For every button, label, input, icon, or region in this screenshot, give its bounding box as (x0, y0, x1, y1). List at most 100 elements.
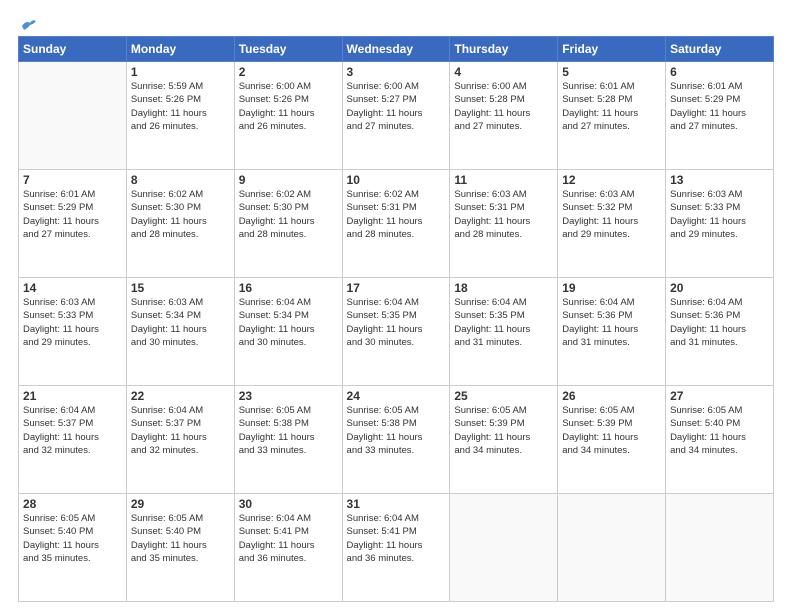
day-cell: 29Sunrise: 6:05 AM Sunset: 5:40 PM Dayli… (126, 494, 234, 602)
week-row-4: 21Sunrise: 6:04 AM Sunset: 5:37 PM Dayli… (19, 386, 774, 494)
day-info: Sunrise: 6:02 AM Sunset: 5:31 PM Dayligh… (347, 188, 446, 241)
day-cell: 1Sunrise: 5:59 AM Sunset: 5:26 PM Daylig… (126, 62, 234, 170)
day-number: 14 (23, 281, 122, 295)
week-row-2: 7Sunrise: 6:01 AM Sunset: 5:29 PM Daylig… (19, 170, 774, 278)
day-number: 16 (239, 281, 338, 295)
day-cell: 25Sunrise: 6:05 AM Sunset: 5:39 PM Dayli… (450, 386, 558, 494)
day-number: 4 (454, 65, 553, 79)
day-cell: 9Sunrise: 6:02 AM Sunset: 5:30 PM Daylig… (234, 170, 342, 278)
day-info: Sunrise: 6:05 AM Sunset: 5:38 PM Dayligh… (347, 404, 446, 457)
header-row: SundayMondayTuesdayWednesdayThursdayFrid… (19, 37, 774, 62)
day-number: 21 (23, 389, 122, 403)
day-number: 25 (454, 389, 553, 403)
day-info: Sunrise: 5:59 AM Sunset: 5:26 PM Dayligh… (131, 80, 230, 133)
calendar-table: SundayMondayTuesdayWednesdayThursdayFrid… (18, 36, 774, 602)
day-info: Sunrise: 6:02 AM Sunset: 5:30 PM Dayligh… (131, 188, 230, 241)
day-info: Sunrise: 6:04 AM Sunset: 5:34 PM Dayligh… (239, 296, 338, 349)
day-number: 28 (23, 497, 122, 511)
day-cell: 13Sunrise: 6:03 AM Sunset: 5:33 PM Dayli… (666, 170, 774, 278)
day-cell: 16Sunrise: 6:04 AM Sunset: 5:34 PM Dayli… (234, 278, 342, 386)
day-info: Sunrise: 6:05 AM Sunset: 5:40 PM Dayligh… (23, 512, 122, 565)
day-cell: 24Sunrise: 6:05 AM Sunset: 5:38 PM Dayli… (342, 386, 450, 494)
day-number: 10 (347, 173, 446, 187)
day-cell (19, 62, 127, 170)
day-number: 13 (670, 173, 769, 187)
day-info: Sunrise: 6:05 AM Sunset: 5:40 PM Dayligh… (670, 404, 769, 457)
day-info: Sunrise: 6:03 AM Sunset: 5:32 PM Dayligh… (562, 188, 661, 241)
day-cell (558, 494, 666, 602)
day-number: 17 (347, 281, 446, 295)
day-cell: 6Sunrise: 6:01 AM Sunset: 5:29 PM Daylig… (666, 62, 774, 170)
day-cell: 21Sunrise: 6:04 AM Sunset: 5:37 PM Dayli… (19, 386, 127, 494)
day-info: Sunrise: 6:05 AM Sunset: 5:39 PM Dayligh… (562, 404, 661, 457)
day-number: 27 (670, 389, 769, 403)
day-info: Sunrise: 6:03 AM Sunset: 5:34 PM Dayligh… (131, 296, 230, 349)
calendar-page: SundayMondayTuesdayWednesdayThursdayFrid… (0, 0, 792, 612)
day-number: 18 (454, 281, 553, 295)
day-number: 23 (239, 389, 338, 403)
day-number: 5 (562, 65, 661, 79)
logo (18, 18, 38, 28)
day-info: Sunrise: 6:03 AM Sunset: 5:33 PM Dayligh… (23, 296, 122, 349)
day-cell: 27Sunrise: 6:05 AM Sunset: 5:40 PM Dayli… (666, 386, 774, 494)
day-cell: 23Sunrise: 6:05 AM Sunset: 5:38 PM Dayli… (234, 386, 342, 494)
day-info: Sunrise: 6:04 AM Sunset: 5:41 PM Dayligh… (239, 512, 338, 565)
day-cell: 28Sunrise: 6:05 AM Sunset: 5:40 PM Dayli… (19, 494, 127, 602)
day-number: 9 (239, 173, 338, 187)
day-number: 29 (131, 497, 230, 511)
day-cell: 15Sunrise: 6:03 AM Sunset: 5:34 PM Dayli… (126, 278, 234, 386)
day-number: 24 (347, 389, 446, 403)
day-cell: 19Sunrise: 6:04 AM Sunset: 5:36 PM Dayli… (558, 278, 666, 386)
day-header-thursday: Thursday (450, 37, 558, 62)
day-number: 19 (562, 281, 661, 295)
day-info: Sunrise: 6:04 AM Sunset: 5:41 PM Dayligh… (347, 512, 446, 565)
day-cell: 8Sunrise: 6:02 AM Sunset: 5:30 PM Daylig… (126, 170, 234, 278)
day-info: Sunrise: 6:02 AM Sunset: 5:30 PM Dayligh… (239, 188, 338, 241)
day-number: 7 (23, 173, 122, 187)
logo-bird-icon (20, 18, 38, 32)
day-number: 30 (239, 497, 338, 511)
day-info: Sunrise: 6:00 AM Sunset: 5:28 PM Dayligh… (454, 80, 553, 133)
day-cell: 11Sunrise: 6:03 AM Sunset: 5:31 PM Dayli… (450, 170, 558, 278)
day-cell: 18Sunrise: 6:04 AM Sunset: 5:35 PM Dayli… (450, 278, 558, 386)
day-info: Sunrise: 6:01 AM Sunset: 5:29 PM Dayligh… (23, 188, 122, 241)
day-number: 26 (562, 389, 661, 403)
day-cell: 7Sunrise: 6:01 AM Sunset: 5:29 PM Daylig… (19, 170, 127, 278)
day-header-wednesday: Wednesday (342, 37, 450, 62)
day-info: Sunrise: 6:00 AM Sunset: 5:27 PM Dayligh… (347, 80, 446, 133)
day-info: Sunrise: 6:05 AM Sunset: 5:38 PM Dayligh… (239, 404, 338, 457)
day-number: 8 (131, 173, 230, 187)
day-number: 1 (131, 65, 230, 79)
day-cell: 20Sunrise: 6:04 AM Sunset: 5:36 PM Dayli… (666, 278, 774, 386)
day-header-saturday: Saturday (666, 37, 774, 62)
day-number: 12 (562, 173, 661, 187)
day-number: 15 (131, 281, 230, 295)
week-row-1: 1Sunrise: 5:59 AM Sunset: 5:26 PM Daylig… (19, 62, 774, 170)
day-info: Sunrise: 6:04 AM Sunset: 5:35 PM Dayligh… (347, 296, 446, 349)
day-cell: 30Sunrise: 6:04 AM Sunset: 5:41 PM Dayli… (234, 494, 342, 602)
day-cell: 12Sunrise: 6:03 AM Sunset: 5:32 PM Dayli… (558, 170, 666, 278)
day-number: 20 (670, 281, 769, 295)
day-cell (666, 494, 774, 602)
day-info: Sunrise: 6:03 AM Sunset: 5:33 PM Dayligh… (670, 188, 769, 241)
day-cell: 17Sunrise: 6:04 AM Sunset: 5:35 PM Dayli… (342, 278, 450, 386)
day-number: 31 (347, 497, 446, 511)
day-info: Sunrise: 6:01 AM Sunset: 5:29 PM Dayligh… (670, 80, 769, 133)
day-cell: 3Sunrise: 6:00 AM Sunset: 5:27 PM Daylig… (342, 62, 450, 170)
day-number: 3 (347, 65, 446, 79)
week-row-3: 14Sunrise: 6:03 AM Sunset: 5:33 PM Dayli… (19, 278, 774, 386)
day-info: Sunrise: 6:04 AM Sunset: 5:35 PM Dayligh… (454, 296, 553, 349)
day-cell: 10Sunrise: 6:02 AM Sunset: 5:31 PM Dayli… (342, 170, 450, 278)
day-info: Sunrise: 6:04 AM Sunset: 5:37 PM Dayligh… (23, 404, 122, 457)
day-info: Sunrise: 6:01 AM Sunset: 5:28 PM Dayligh… (562, 80, 661, 133)
day-number: 11 (454, 173, 553, 187)
day-cell: 26Sunrise: 6:05 AM Sunset: 5:39 PM Dayli… (558, 386, 666, 494)
day-info: Sunrise: 6:00 AM Sunset: 5:26 PM Dayligh… (239, 80, 338, 133)
day-info: Sunrise: 6:04 AM Sunset: 5:37 PM Dayligh… (131, 404, 230, 457)
day-info: Sunrise: 6:05 AM Sunset: 5:39 PM Dayligh… (454, 404, 553, 457)
day-header-monday: Monday (126, 37, 234, 62)
day-cell: 4Sunrise: 6:00 AM Sunset: 5:28 PM Daylig… (450, 62, 558, 170)
day-info: Sunrise: 6:05 AM Sunset: 5:40 PM Dayligh… (131, 512, 230, 565)
day-number: 6 (670, 65, 769, 79)
header (18, 18, 774, 28)
